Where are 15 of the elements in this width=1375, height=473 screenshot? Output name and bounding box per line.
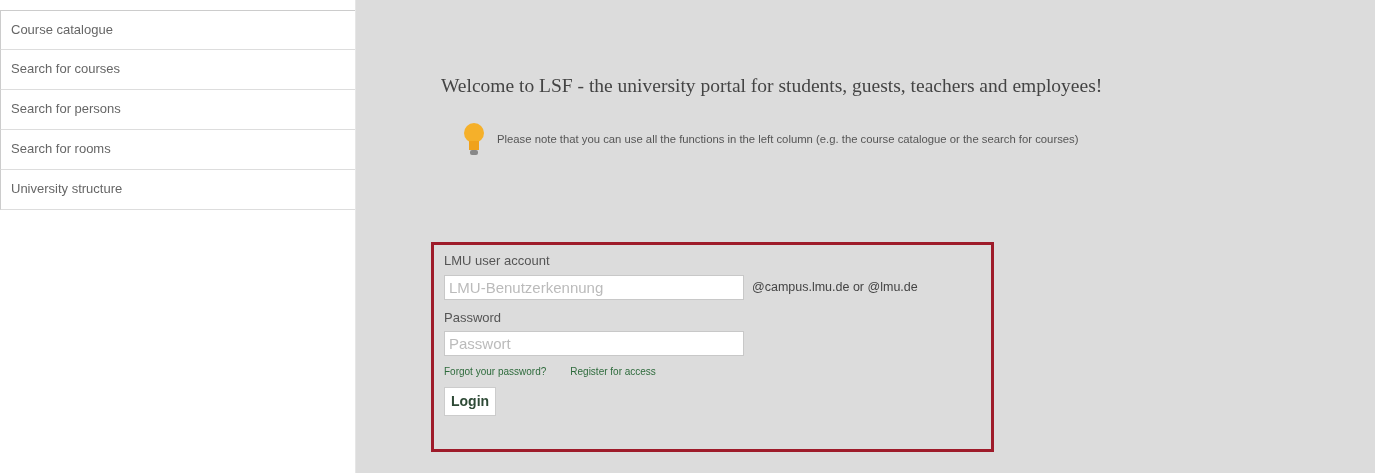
sidebar-item[interactable]: Search for persons [0, 90, 355, 130]
username-field[interactable]: LMU-Benutzerkennung [444, 274, 744, 300]
text-link[interactable]: Forgot your password? [444, 364, 547, 380]
field-label: LMU user account [444, 252, 551, 271]
domain-hint: @campus.lmu.de or @lmu.de [752, 279, 918, 296]
password-field[interactable]: Passwort [444, 331, 744, 357]
sidebar-item[interactable]: Search for courses [0, 50, 355, 90]
text-link[interactable]: Register for access [570, 364, 656, 380]
login-button[interactable]: Login [444, 387, 497, 417]
welcome-heading: Welcome to LSF - the university portal for students, guests, teachers and employees! [441, 74, 1104, 98]
lightbulb-icon [463, 121, 485, 158]
field-label: Password [444, 308, 503, 327]
sidebar-item[interactable]: Search for rooms [0, 130, 355, 170]
sidebar-item[interactable]: University structure [0, 170, 355, 210]
notice-text: Please note that you can use all the functions in the left column (e.g. the course catalogue or the search for courses) [497, 131, 1079, 147]
